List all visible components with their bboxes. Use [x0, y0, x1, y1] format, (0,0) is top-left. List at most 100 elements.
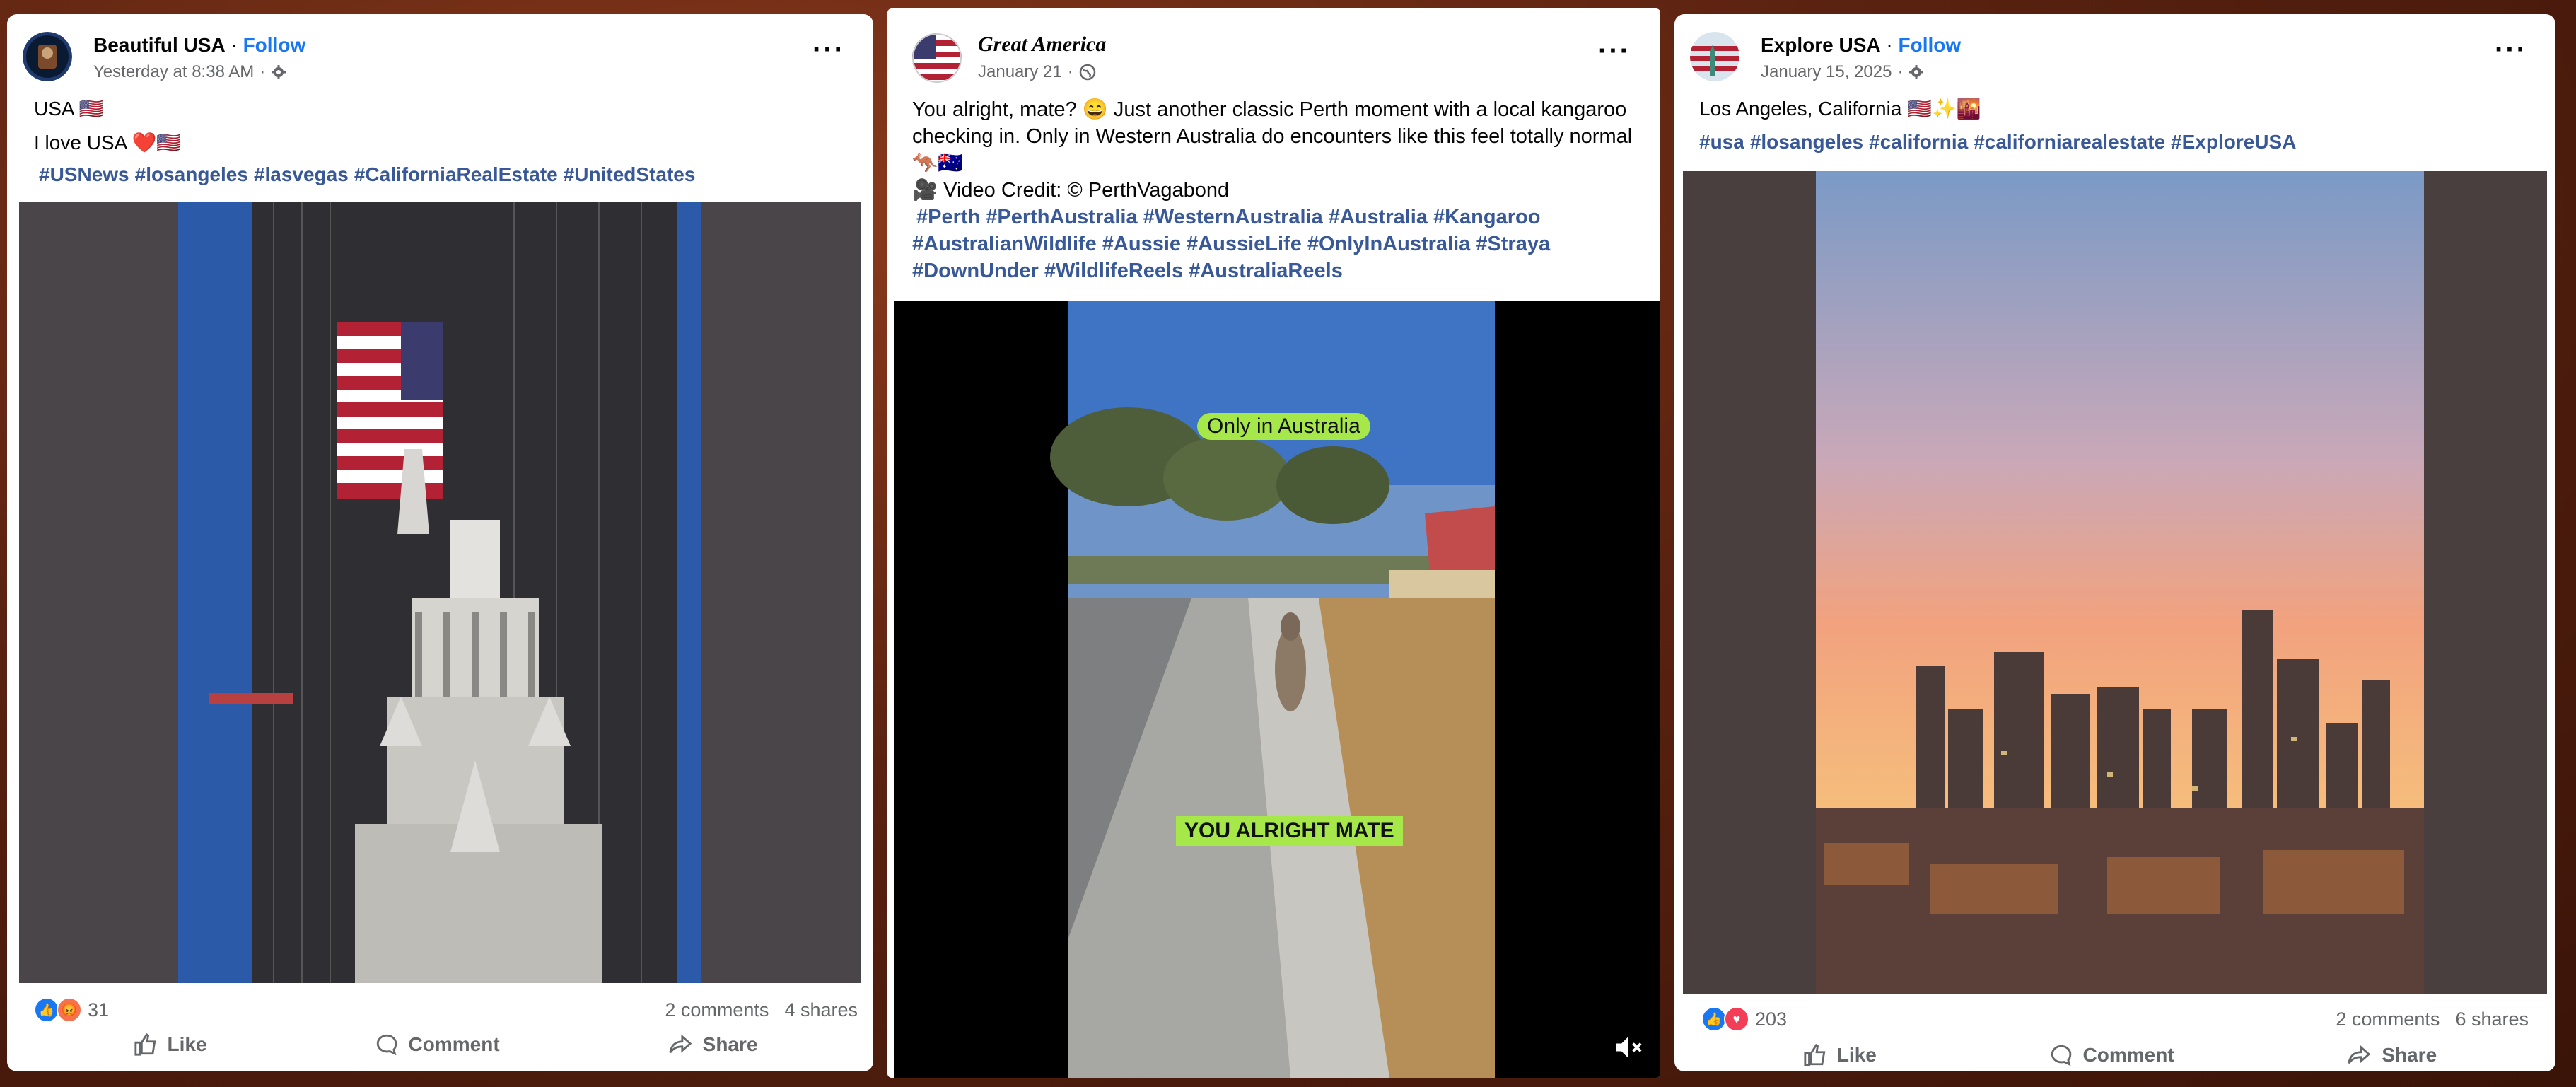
hashtag-link[interactable]: #californiarealestate	[1974, 131, 2165, 153]
separator: ·	[1067, 62, 1073, 81]
post-date[interactable]: January 21	[978, 62, 1062, 82]
post-date[interactable]: Yesterday at 8:38 AM	[93, 62, 254, 82]
share-count[interactable]: 4 shares	[784, 999, 858, 1021]
hashtag-link[interactable]: #lasvegas	[254, 163, 349, 185]
hashtag-link[interactable]: #Australia	[1329, 206, 1428, 228]
comment-icon	[2051, 1045, 2071, 1066]
post-card-great-america: Great America January 21 · ··· You alrig…	[887, 8, 1660, 1078]
hashtags-line2: #AustralianWildlife #Aussie #AussieLife #On…	[912, 231, 1655, 257]
separator: ·	[1886, 34, 1893, 56]
like-button[interactable]: Like	[1803, 1043, 1877, 1067]
reactions-row: 👍 😡 31 2 comments 4 shares	[34, 997, 858, 1023]
separator: ·	[231, 34, 238, 56]
hashtag-link[interactable]: #WildlifeReels	[1044, 260, 1183, 282]
post-image[interactable]	[1683, 171, 2547, 994]
post-text-line3: 🦘🇦🇺	[912, 152, 964, 175]
hashtag-link[interactable]: #losangeles	[1750, 131, 1863, 153]
comment-button[interactable]: Comment	[2049, 1043, 2174, 1067]
hashtag-link[interactable]: #OnlyInAustralia	[1307, 233, 1470, 255]
hashtags-line1: #Perth #PerthAustralia #WesternAustralia #A…	[912, 204, 1655, 231]
share-arrow-icon	[669, 1034, 692, 1054]
hashtag-link[interactable]: #Aussie	[1102, 233, 1181, 255]
reactions-row: 👍 ♥ 203 2 comments 6 shares	[1701, 1006, 2529, 1032]
privacy-gear-icon	[1909, 65, 1924, 79]
hashtag-link[interactable]: #Perth	[916, 206, 980, 228]
like-label: Like	[1836, 1044, 1877, 1066]
separator: ·	[1897, 62, 1904, 81]
video-credit: 🎥 Video Credit: © PerthVagabond	[912, 179, 1230, 202]
author-name[interactable]: Great America	[978, 33, 1106, 56]
hashtag-link[interactable]: #UnitedStates	[564, 163, 696, 185]
like-label: Like	[167, 1033, 207, 1055]
share-label: Share	[2382, 1044, 2437, 1066]
like-reaction-icon: 👍	[34, 997, 59, 1023]
comment-label: Comment	[2082, 1044, 2174, 1066]
follow-button[interactable]: Follow	[1899, 34, 1962, 56]
like-reaction-icon: 👍	[1701, 1006, 1727, 1032]
hashtag-link[interactable]: #CaliforniaRealEstate	[354, 163, 558, 185]
mute-button[interactable]	[1614, 1033, 1645, 1065]
post-header: Beautiful USA · Follow Yesterday at 8:38…	[7, 14, 873, 81]
hashtag-link[interactable]: #AussieLife	[1187, 233, 1302, 255]
share-count[interactable]: 6 shares	[2455, 1008, 2529, 1030]
author-name[interactable]: Explore USA	[1761, 34, 1881, 56]
post-date[interactable]: January 15, 2025	[1761, 62, 1892, 82]
like-button[interactable]: Like	[134, 1033, 207, 1057]
action-bar: Like Comment Share	[1717, 1043, 2523, 1067]
author-name[interactable]: Beautiful USA	[93, 34, 226, 56]
action-bar: Like Comment Share	[49, 1033, 841, 1057]
hashtag-link[interactable]: #PerthAustralia	[986, 206, 1137, 228]
video-caption-top: Only in Australia	[1197, 413, 1370, 440]
page-avatar[interactable]	[23, 32, 72, 81]
more-options-icon[interactable]: ···	[1598, 37, 1631, 65]
hashtag-link[interactable]: #usa	[1699, 131, 1744, 153]
comment-count[interactable]: 2 comments	[2336, 1008, 2440, 1030]
post-card-explore-usa: Explore USA · Follow January 15, 2025 · …	[1674, 14, 2555, 1071]
follow-button[interactable]: Follow	[243, 34, 306, 56]
comment-icon	[376, 1034, 397, 1056]
hashtag-link[interactable]: #DownUnder	[912, 260, 1039, 282]
video-player[interactable]: Only in Australia YOU ALRIGHT MATE	[894, 301, 1660, 1078]
share-button[interactable]: Share	[668, 1033, 758, 1057]
globe-icon	[1079, 64, 1095, 81]
separator: ·	[260, 62, 266, 81]
hashtag-link[interactable]: #WesternAustralia	[1143, 206, 1323, 228]
comment-label: Comment	[408, 1033, 500, 1055]
post-card-beautiful-usa: Beautiful USA · Follow Yesterday at 8:38…	[7, 14, 873, 1071]
post-header: Great America January 21 · ···	[887, 8, 1660, 83]
comment-count[interactable]: 2 comments	[665, 999, 769, 1021]
page-avatar[interactable]	[1690, 32, 1739, 81]
hashtag-link[interactable]: #Kangaroo	[1433, 206, 1540, 228]
hashtag-link[interactable]: #Straya	[1476, 233, 1550, 255]
hashtag-link[interactable]: #ExploreUSA	[2171, 131, 2296, 153]
thumbs-up-icon	[1804, 1043, 1826, 1066]
more-options-icon[interactable]: ···	[2495, 35, 2527, 64]
hashtags: #usa #losangeles #california #californiarea…	[1699, 129, 2302, 156]
reaction-summary[interactable]: 👍 😡 31	[34, 997, 109, 1023]
post-text-line2: checking in. Only in Western Australia d…	[912, 125, 1633, 148]
privacy-gear-icon	[272, 65, 286, 79]
hashtag-link[interactable]: #AustralianWildlife	[912, 233, 1097, 255]
reaction-count: 31	[88, 999, 110, 1021]
hashtag-link[interactable]: #USNews	[39, 163, 129, 185]
hashtag-link[interactable]: #california	[1869, 131, 1968, 153]
share-label: Share	[702, 1033, 758, 1055]
page-avatar[interactable]	[912, 33, 962, 83]
post-date-row: January 15, 2025 ·	[1761, 62, 1924, 82]
post-header: Explore USA · Follow January 15, 2025 · …	[1674, 14, 2555, 81]
reaction-summary[interactable]: 👍 ♥ 203	[1701, 1006, 1787, 1032]
share-button[interactable]: Share	[2346, 1043, 2437, 1067]
comment-button[interactable]: Comment	[375, 1033, 500, 1057]
hashtag-link[interactable]: #losangeles	[135, 163, 248, 185]
hashtags-line3: #DownUnder #WildlifeReels #AustraliaReels	[912, 257, 1655, 284]
hashtags: #USNews #losangeles #lasvegas #CaliforniaRe…	[39, 161, 701, 188]
post-image[interactable]	[19, 202, 861, 983]
angry-reaction-icon: 😡	[57, 997, 82, 1023]
post-text-line1: Los Angeles, California 🇺🇸✨🌇	[1699, 98, 1981, 120]
hashtag-link[interactable]: #AustraliaReels	[1189, 260, 1343, 282]
thumbs-up-icon	[134, 1033, 156, 1056]
volume-muted-icon	[1616, 1037, 1642, 1058]
more-options-icon[interactable]: ···	[812, 35, 845, 64]
reaction-count: 203	[1755, 1008, 1788, 1030]
love-reaction-icon: ♥	[1724, 1006, 1749, 1032]
